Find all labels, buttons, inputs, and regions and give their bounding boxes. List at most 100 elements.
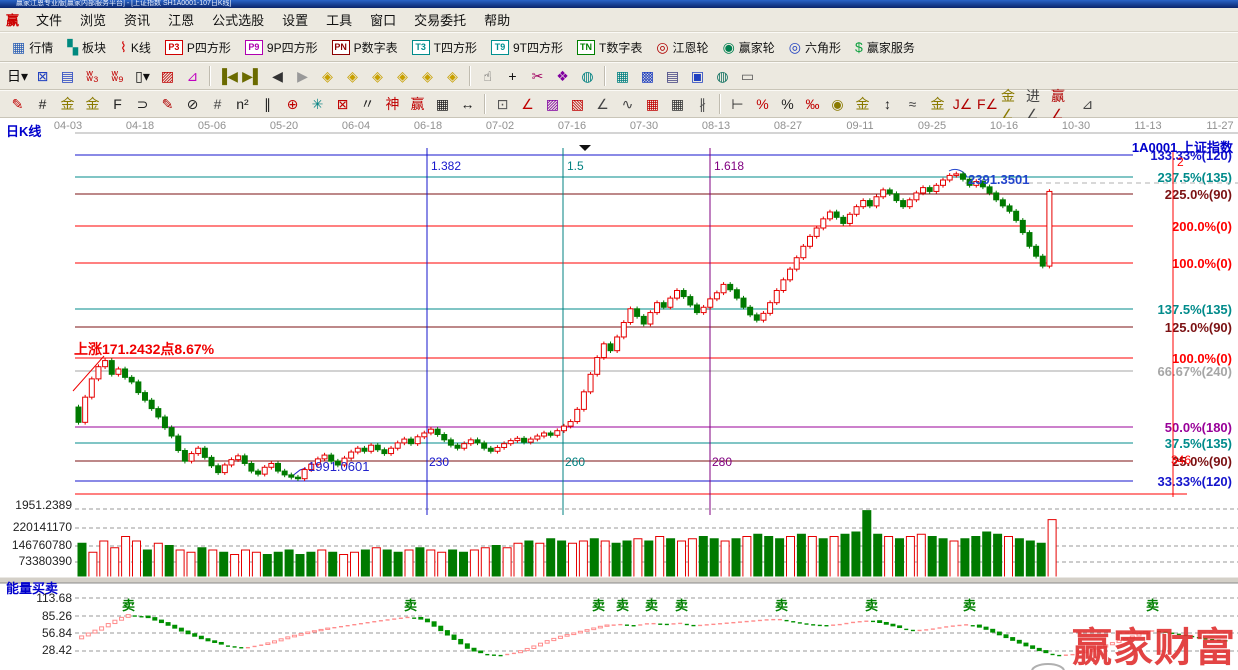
kchart-button[interactable]: ▨	[155, 65, 180, 88]
menu-item-2[interactable]: 资讯	[115, 8, 159, 31]
menu-item-6[interactable]: 工具	[317, 8, 361, 31]
blocks-button[interactable]: ▚ 板块	[60, 36, 113, 59]
notes-button[interactable]: ▤	[660, 65, 685, 88]
print-button[interactable]: ▭	[735, 65, 760, 88]
t-number-table-button[interactable]: TN T数字表	[570, 36, 649, 59]
width-measure-tool[interactable]: ↔	[455, 93, 480, 116]
cut-button[interactable]: ✂	[525, 65, 550, 88]
box-select-tool[interactable]: ⊡	[490, 93, 515, 116]
diamond-down-button[interactable]: ◈	[390, 65, 415, 88]
trend-angle-tool[interactable]: ∠	[590, 93, 615, 116]
save-button[interactable]: ▣	[685, 65, 710, 88]
wave-tool[interactable]: ∿	[615, 93, 640, 116]
gann-box-tool[interactable]: ⊠	[330, 93, 355, 116]
pan-hand-button[interactable]: ☝	[475, 65, 500, 88]
win-tool[interactable]: 赢	[405, 93, 430, 116]
gold-ratio-tool-2[interactable]: 金	[80, 93, 105, 116]
p-square-button[interactable]: P3 P四方形	[158, 36, 238, 59]
quotes-button[interactable]: ▦ 行情	[5, 36, 60, 59]
menu-item-5[interactable]: 设置	[273, 8, 317, 31]
spider-web-tool[interactable]: ✳	[305, 93, 330, 116]
square-of-nine-tool[interactable]: n²	[230, 93, 255, 116]
fibonacci-tool[interactable]: F	[105, 93, 130, 116]
tri-angle-tool[interactable]: ⊿	[1075, 93, 1100, 116]
crosshair-button[interactable]: +	[500, 65, 525, 88]
red-grid-tool[interactable]: ▦	[640, 93, 665, 116]
gold-fan-tool[interactable]: 金∠	[1000, 88, 1025, 122]
prev-button[interactable]: ◀	[265, 65, 290, 88]
hexagon-button[interactable]: ◎ 六角形	[782, 36, 848, 59]
flag-chart-button[interactable]: ⊿	[180, 65, 205, 88]
slash-lines-tool[interactable]: ∦	[690, 93, 715, 116]
menu-item-1[interactable]: 浏览	[71, 8, 115, 31]
dark-grid-tool[interactable]: ▦	[665, 93, 690, 116]
winner-wheel-button[interactable]: ◉ 赢家轮	[716, 36, 782, 59]
diamond-up-button[interactable]: ◈	[365, 65, 390, 88]
spiral-tool[interactable]: ⊃	[130, 93, 155, 116]
diamond-left-button[interactable]: ◈	[315, 65, 340, 88]
gann-circle-tool[interactable]: ⊘	[180, 93, 205, 116]
j-angle-tool[interactable]: J∠	[950, 93, 975, 116]
quote-mark-tool[interactable]: 〃	[355, 93, 380, 116]
last-page-button[interactable]: ▶▌	[240, 65, 265, 88]
parallel-tool[interactable]: ∥	[255, 93, 280, 116]
first-page-button[interactable]: ▐◀	[215, 65, 240, 88]
marker-button[interactable]: ❖	[550, 65, 575, 88]
t-square-button[interactable]: T3 T四方形	[405, 36, 484, 59]
menu-item-7[interactable]: 窗口	[361, 8, 405, 31]
volume-bar	[916, 533, 926, 578]
p-number-table-button[interactable]: PN P数字表	[325, 36, 405, 59]
shaded-box-tool[interactable]: ▨	[540, 93, 565, 116]
chart-area[interactable]: 04-03 04-18 05-06 05-20 06-04 06-18 07-02 07-16…	[0, 118, 1238, 670]
diamond-expand-button[interactable]: ◈	[415, 65, 440, 88]
kline-button[interactable]: ⌇ K线	[113, 36, 158, 59]
cross-box-tool[interactable]: ▧	[565, 93, 590, 116]
title-bar[interactable]: 赢家江恩专业版[赢家内部服务平台] - [上证指数 SH1A0001-107日K…	[0, 0, 1238, 8]
period-daily-dropdown[interactable]: 日▾	[5, 65, 30, 88]
gold-ratio-tool-1[interactable]: 金	[55, 93, 80, 116]
minichart3-button[interactable]: ʬ₃	[80, 65, 105, 88]
gold-angle-tool[interactable]: 金	[925, 93, 950, 116]
info-panel-button[interactable]: ▤	[55, 65, 80, 88]
shen-tool[interactable]: 神	[380, 93, 405, 116]
calculator-button[interactable]: ▩	[635, 65, 660, 88]
nine-p-square-button[interactable]: P9 9P四方形	[238, 36, 325, 59]
permille-tool[interactable]: ‰	[800, 93, 825, 116]
percent-ruler-tool[interactable]: ⊢	[725, 93, 750, 116]
calendar-button[interactable]: ▦	[610, 65, 635, 88]
win-angle-tool[interactable]: 赢∠	[1050, 88, 1075, 122]
diamond-right-button[interactable]: ◈	[340, 65, 365, 88]
gold-circle-tool[interactable]: ◉	[825, 93, 850, 116]
bars-count-tool[interactable]: #	[205, 93, 230, 116]
nine-t-square-button[interactable]: T9 9T四方形	[484, 36, 570, 59]
diamond-full-button[interactable]: ◈	[440, 65, 465, 88]
menu-item-9[interactable]: 帮助	[475, 8, 519, 31]
menu-item-0[interactable]: 文件	[27, 8, 71, 31]
gann-pencil-tool[interactable]: ✎	[5, 93, 30, 116]
kline-chart-canvas[interactable]: 04-03 04-18 05-06 05-20 06-04 06-18 07-02 07-16…	[0, 118, 1238, 670]
menu-item-3[interactable]: 江恩	[159, 8, 203, 31]
target-circle-tool[interactable]: ⊕	[280, 93, 305, 116]
f-angle-tool[interactable]: F∠	[975, 93, 1000, 116]
region-stat-button[interactable]: ◍	[575, 65, 600, 88]
vertical-measure-tool[interactable]: ↕	[875, 93, 900, 116]
percent-red-tool[interactable]: %	[750, 93, 775, 116]
grid-lines-tool[interactable]: #	[30, 93, 55, 116]
candle-style-dropdown[interactable]: ▯▾	[130, 65, 155, 88]
jin-angle-tool[interactable]: 进∠	[1025, 88, 1050, 122]
percent-tool[interactable]: %	[775, 93, 800, 116]
gold-line-tool[interactable]: 金	[850, 93, 875, 116]
angle-pencil-tool[interactable]: ✎	[155, 93, 180, 116]
menu-item-4[interactable]: 公式选股	[203, 8, 273, 31]
p-square-badge-icon: P3	[164, 39, 183, 55]
gann-wheel-button[interactable]: ◎ 江恩轮	[649, 36, 715, 59]
web-sync-button[interactable]: ◍	[710, 65, 735, 88]
next-button[interactable]: ▶	[290, 65, 315, 88]
menu-item-8[interactable]: 交易委托	[405, 8, 475, 31]
winner-service-button[interactable]: $ 赢家服务	[848, 36, 922, 59]
zoom-region-button[interactable]: ⊠	[30, 65, 55, 88]
minichart9-button[interactable]: ʬ₉	[105, 65, 130, 88]
ruler-table-tool[interactable]: ▦	[430, 93, 455, 116]
fan-lines-tool[interactable]: ∠	[515, 93, 540, 116]
channel-tool[interactable]: ≈	[900, 93, 925, 116]
